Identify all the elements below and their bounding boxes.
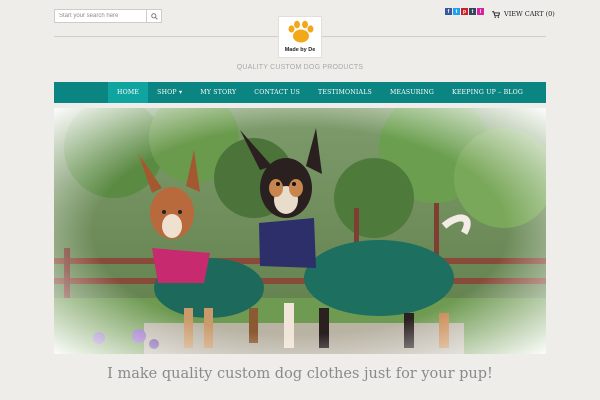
tumblr-icon[interactable]: t <box>469 8 476 15</box>
search-input[interactable] <box>55 10 147 22</box>
cart-icon <box>492 10 500 18</box>
nav-testimonials[interactable]: TESTIMONIALS <box>309 82 381 103</box>
instagram-icon[interactable]: i <box>477 8 484 15</box>
view-cart-link[interactable]: VIEW CART (0) <box>492 10 555 18</box>
nav-my-story[interactable]: MY STORY <box>191 82 245 103</box>
search-button[interactable] <box>146 10 161 22</box>
paw-icon <box>288 20 314 43</box>
search-box[interactable] <box>54 9 162 23</box>
twitter-icon[interactable]: t <box>453 8 460 15</box>
nav-home[interactable]: HOME <box>108 82 149 103</box>
nav-shop[interactable]: SHOP ▾ <box>148 82 191 103</box>
main-nav: HOME SHOP ▾ MY STORY CONTACT US TESTIMON… <box>54 82 546 103</box>
site-logo[interactable]: Made by De <box>278 16 322 58</box>
hero-image <box>54 108 546 354</box>
nav-blog[interactable]: KEEPING UP – BLOG <box>443 82 532 103</box>
hero-caption: I make quality custom dog clothes just f… <box>107 366 493 382</box>
facebook-icon[interactable]: f <box>445 8 452 15</box>
hero-dogs-illustration <box>54 108 546 354</box>
search-icon <box>150 12 158 20</box>
site-tagline: QUALITY CUSTOM DOG PRODUCTS <box>236 64 364 71</box>
logo-text: Made by De <box>284 47 316 53</box>
pinterest-icon[interactable]: p <box>461 8 468 15</box>
cart-label: VIEW CART (0) <box>504 10 555 18</box>
social-links: f t p t i <box>445 8 484 15</box>
nav-measuring[interactable]: MEASURING <box>381 82 443 103</box>
nav-contact-us[interactable]: CONTACT US <box>245 82 309 103</box>
